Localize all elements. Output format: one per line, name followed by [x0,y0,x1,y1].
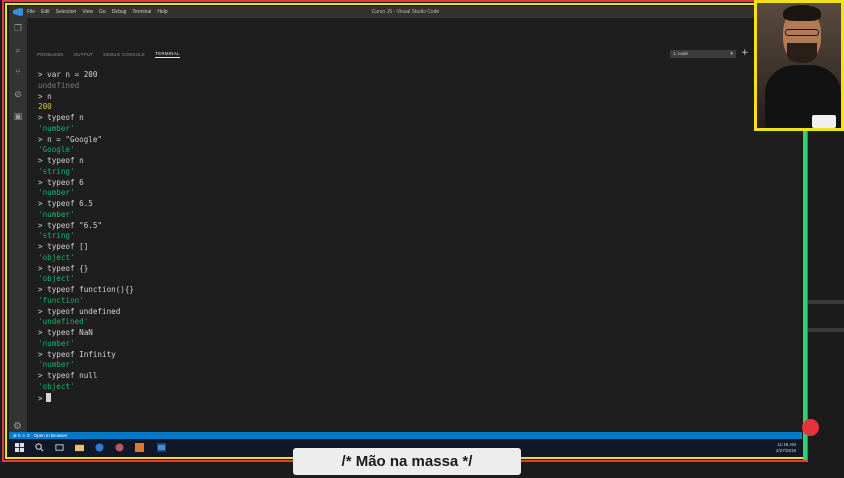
clock-date: 2/27/2019 [775,448,796,453]
video-caption: /* Mão na massa */ [293,448,521,475]
task-view-icon[interactable] [55,443,64,452]
terminal-output-line: 'string' [38,231,75,241]
terminal-output[interactable]: > var n = 200 undefined > n 200 > typeof n'n… [38,70,758,430]
search-icon[interactable] [35,443,44,452]
tab-output[interactable]: OUTPUT [74,52,94,57]
terminal-input-line: > typeof n [38,113,84,122]
extensions-icon[interactable]: ▣ [13,112,23,122]
prompt-symbol: > [38,393,43,403]
terminal-output-line: 'number' [38,209,75,219]
edge-browser-icon[interactable] [95,443,104,452]
terminal-output-line: 'object' [38,381,75,391]
terminal-input-line: > typeof n [38,156,84,165]
terminal-input-line: > typeof null [38,371,98,380]
presenter-card [812,115,836,128]
problems-count[interactable]: ⊗ 0 ⚠ 0 [13,433,30,439]
tab-terminal[interactable]: TERMINAL [155,51,180,58]
terminal-input-line: > typeof 6.5 [38,199,93,208]
system-tray-clock[interactable]: 11:18 AM 2/27/2019 [776,442,796,454]
activity-bar: ❐ ⌕ ⑂ ⊘ ▣ ⚙ [9,18,27,432]
presenter-glasses [785,29,819,36]
terminal-input-line: > typeof [] [38,242,89,251]
terminal-output-line: 'Google' [38,145,75,155]
terminal-output-line: 'undefined' [38,317,89,327]
terminal-output-line: 'string' [38,166,75,176]
terminal-input-line: > n [38,91,52,101]
record-dot-icon [802,419,819,436]
windows-start-icon[interactable] [15,443,24,452]
terminal-output-line: 'number' [38,360,75,370]
terminal-output-line: 'object' [38,274,75,284]
vscode-taskbar-icon[interactable] [157,443,166,452]
terminal-input-line: > typeof Infinity [38,349,116,359]
presenter-beard [787,43,817,63]
webcam-overlay [754,0,844,131]
terminal-input-line: > typeof "6.5" [38,220,103,230]
window-title: Curso JS - Visual Studio Code [371,9,440,15]
terminal-input-line: > var n = 200 [38,70,98,79]
terminal-select[interactable]: 1: node [670,50,736,58]
background-bar [808,300,844,304]
text-cursor [45,392,51,402]
terminal-input-line: > typeof NaN [38,328,93,337]
terminal-input-line: > n = "Google" [38,134,103,144]
status-bar: ⊗ 0 ⚠ 0 Open In Browser [9,432,802,439]
title-bar: File Edit Selection View Go Debug Termin… [9,6,802,18]
tab-problems[interactable]: PROBLEMS [37,52,64,57]
chrome-icon[interactable] [115,443,124,452]
background-bar [808,328,844,332]
terminal-output-line: 'object' [38,252,75,262]
open-in-browser-button[interactable]: Open In Browser [34,433,68,438]
presenter-hair [783,5,821,21]
terminal-input-line: > typeof {} [38,263,89,273]
file-explorer-icon[interactable] [75,443,84,452]
app-orange-icon[interactable] [135,443,144,452]
terminal-input-line: > typeof undefined [38,306,121,316]
terminal-prompt[interactable]: > [38,392,758,404]
gear-icon[interactable]: ⚙ [13,422,22,432]
search-icon[interactable]: ⌕ [13,46,23,56]
vscode-window: File Edit Selection View Go Debug Termin… [9,6,802,456]
terminal-output-line: 'number' [38,123,75,133]
terminal-output-line: undefined [38,80,80,90]
explorer-icon[interactable]: ❐ [13,24,23,34]
add-terminal-icon[interactable]: + [741,49,749,58]
source-control-icon[interactable]: ⑂ [13,68,23,78]
decorative-frame-green [803,110,807,460]
terminal-input-line: > typeof function(){} [38,285,135,294]
terminal-input-line: > typeof 6 [38,177,84,187]
terminal-output-line: 'number' [38,338,75,348]
terminal-output-line: 'function' [38,295,84,305]
tab-debug-console[interactable]: DEBUG CONSOLE [103,52,145,57]
terminal-output-line: 'number' [38,188,75,198]
debug-icon[interactable]: ⊘ [13,90,23,100]
terminal-output-line: 200 [38,102,52,112]
